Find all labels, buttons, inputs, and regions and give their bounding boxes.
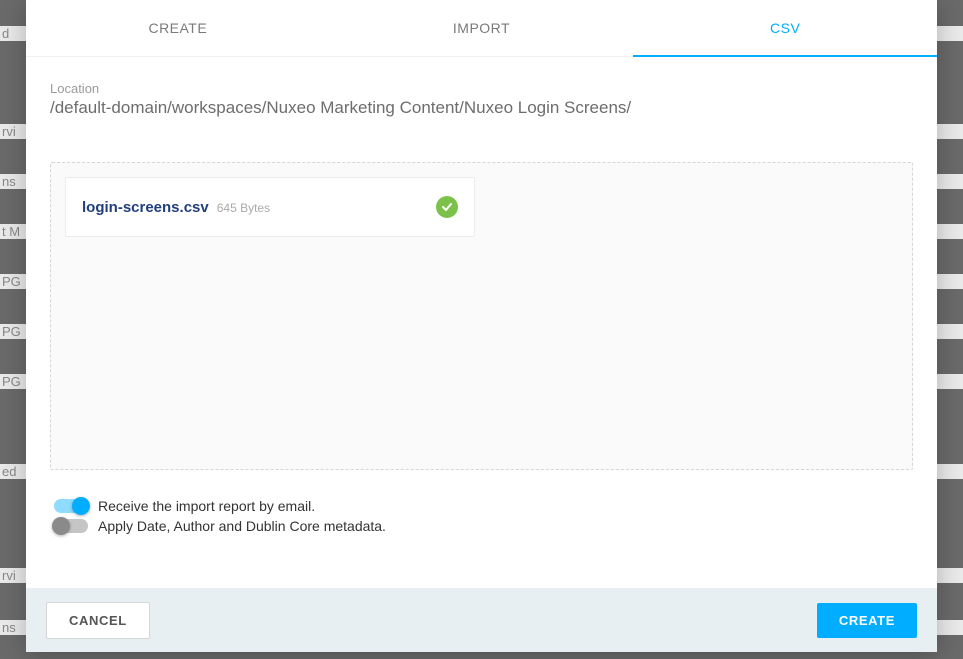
options-group: Receive the import report by email. Appl…: [54, 498, 913, 538]
tabs-bar: CREATE IMPORT CSV: [26, 0, 937, 57]
cancel-button[interactable]: CANCEL: [46, 602, 150, 639]
file-card: login-screens.csv 645 Bytes: [65, 177, 475, 237]
location-path: /default-domain/workspaces/Nuxeo Marketi…: [50, 98, 913, 118]
option-apply-metadata: Apply Date, Author and Dublin Core metad…: [54, 518, 913, 534]
option-email-report: Receive the import report by email.: [54, 498, 913, 514]
file-dropzone[interactable]: login-screens.csv 645 Bytes: [50, 162, 913, 470]
modal-footer: CANCEL CREATE: [26, 588, 937, 652]
check-icon: [436, 196, 458, 218]
file-info: login-screens.csv 645 Bytes: [82, 199, 270, 216]
option-apply-metadata-label: Apply Date, Author and Dublin Core metad…: [98, 518, 386, 534]
file-name: login-screens.csv: [82, 199, 209, 216]
toggle-apply-metadata[interactable]: [54, 519, 88, 533]
tab-csv[interactable]: CSV: [633, 0, 937, 56]
import-modal: CREATE IMPORT CSV Location /default-doma…: [26, 0, 937, 652]
tab-import[interactable]: IMPORT: [330, 0, 634, 56]
toggle-email-report[interactable]: [54, 499, 88, 513]
location-label: Location: [50, 81, 913, 96]
modal-content: Location /default-domain/workspaces/Nuxe…: [26, 57, 937, 588]
tab-create[interactable]: CREATE: [26, 0, 330, 56]
option-email-report-label: Receive the import report by email.: [98, 498, 315, 514]
create-button[interactable]: CREATE: [817, 603, 917, 638]
file-size: 645 Bytes: [217, 201, 270, 215]
